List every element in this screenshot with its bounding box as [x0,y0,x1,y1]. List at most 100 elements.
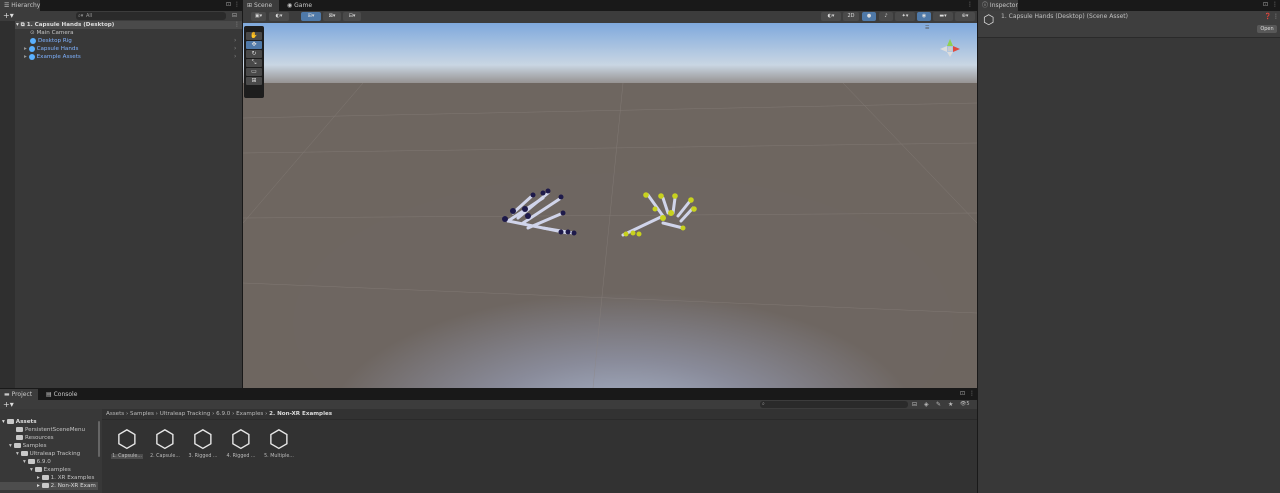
hidden-packages-icon[interactable]: 👁5 [960,400,970,409]
tab-project-label: Project [11,391,33,398]
tree-item-persistentscenemenu[interactable]: PersistentSceneMenu [16,426,85,434]
render-mode-button[interactable]: ◐▾ [269,12,289,21]
hierarchy-item-capsule-hands[interactable]: ▸ Capsule Hands [24,45,78,53]
draw-mode-button[interactable]: ▣▾ [251,12,266,21]
scene-tabbar: ⊞ Scene ◉ Game ⋮ [243,0,977,11]
tab-hierarchy-label: Hierarchy [11,2,41,9]
search-input[interactable]: ⌕▾ All [76,12,226,20]
help-icon[interactable]: ❓ [1264,13,1271,20]
scene-viewport[interactable]: ☰ [243,23,977,388]
expand-arrow-icon[interactable]: ▸ [24,46,29,52]
folder-icon [16,427,23,432]
tree-item-6-9-0[interactable]: ▾ 6.9.0 [23,458,51,466]
asset-item[interactable]: ⬡ 1. Capsule... [111,426,143,459]
tab-inspector-label: Inspector [989,2,1018,9]
asset-item[interactable]: ⬡ 4. Rigged ... [225,426,257,459]
add-icon[interactable]: +▾ [3,400,14,409]
lighting-toggle-icon[interactable]: ● [862,12,876,21]
tree-item-non-xr-examples[interactable]: ▸ 2. Non-XR Exam [37,482,96,490]
gizmos-button[interactable]: ⊕▾ [955,12,975,21]
asset-item[interactable]: ⬡ 2. Capsule... [149,426,181,459]
hierarchy-item-example-assets[interactable]: ▸ Example Assets [24,53,81,61]
project-panel: ▬ Project ▤ Console ⊡ ⋮ +▾ ⌕ ⊟ ◈ ✎ ★ 👁5 … [0,389,977,493]
tree-item-xr-examples[interactable]: ▸ 1. XR Examples [37,474,94,482]
effects-button[interactable]: ✦▾ [895,12,915,21]
grid-toggle-button[interactable]: ⊞▾ [301,12,321,21]
expand-arrow-icon[interactable]: ▾ [30,467,35,473]
add-icon[interactable]: +▾ [3,11,14,21]
audio-toggle-icon[interactable]: ♪ [879,12,893,21]
search-icon: ⌕▾ [78,13,84,19]
transform-tool-icon[interactable]: ⊞ [246,77,262,85]
scene-label: 1. Capsule Hands (Desktop) [26,22,115,28]
increment-snap-button[interactable]: ⊟▾ [343,12,361,21]
expand-arrow-icon[interactable]: ▾ [9,443,14,449]
expand-arrow-icon[interactable]: ▸ [37,483,42,489]
filter-type-icon[interactable]: ⊟ [912,400,917,409]
asset-label: 1. Capsule... [111,454,143,459]
hand-tool-icon[interactable]: ✋ [246,32,262,40]
breadcrumb-item[interactable]: Ultraleap Tracking [160,411,211,417]
lock-icon[interactable]: ⊡ [1263,1,1268,8]
asset-item[interactable]: ⬡ 3. Rigged ... [187,426,219,459]
open-button[interactable]: Open [1257,25,1277,33]
tab-inspector[interactable]: ⓘ Inspector [978,0,1018,11]
filter-tag-icon[interactable]: ✎ [936,400,941,409]
tab-scene[interactable]: ⊞ Scene [243,0,279,11]
scene-menu-icon[interactable]: ⋮ [234,21,240,29]
hierarchy-tabbar: ☰ Hierarchy ⊡ ⋮ [0,0,242,11]
breadcrumb-item[interactable]: 6.9.0 [216,411,230,417]
camera-settings-button[interactable]: ▬▾ [933,12,953,21]
expand-arrow-icon[interactable]: ▾ [16,451,21,457]
breadcrumb-item[interactable]: Examples [236,411,263,417]
lock-icon[interactable]: ⊡ [960,390,965,397]
hierarchy-item-desktop-rig[interactable]: Desktop Rig [30,37,72,45]
lock-icon[interactable]: ⊡ [226,1,231,8]
breadcrumb-item[interactable]: Assets [106,411,124,417]
tree-item-examples[interactable]: ▾ Examples [30,466,71,474]
more-menu-icon[interactable]: ⋮ [234,1,240,8]
chevron-right-icon[interactable]: › [234,53,236,61]
hierarchy-item-main-camera[interactable]: ⊙ Main Camera [30,29,74,37]
tree-item-samples[interactable]: ▾ Samples [9,442,46,450]
move-tool-icon[interactable]: ✥ [246,41,262,49]
inspector-tabbar: ⓘ Inspector ⊡ ⋮ [978,0,1280,11]
camera-mode-button[interactable]: ◐▾ [821,12,841,21]
search-options-icon[interactable]: ⊟ [232,11,237,21]
chevron-right-icon[interactable]: › [234,37,236,45]
breadcrumb-item[interactable]: Samples [130,411,154,417]
expand-arrow-icon[interactable]: ▸ [24,54,29,60]
tab-console[interactable]: ▤ Console [42,389,82,400]
more-menu-icon[interactable]: ⋮ [967,1,973,8]
settings-menu-icon[interactable]: ⋮ [1273,13,1279,20]
unity-scene-icon: ⬡ [983,13,995,28]
tree-item-resources[interactable]: Resources [16,434,54,442]
expand-arrow-icon[interactable]: ▸ [37,475,42,481]
tree-scrollbar[interactable] [98,421,100,457]
tree-item-assets[interactable]: ▾ Assets [2,418,37,426]
tab-game[interactable]: ◉ Game [283,0,313,11]
rect-tool-icon[interactable]: ▭ [246,68,262,76]
tab-project[interactable]: ▬ Project [0,389,38,400]
chevron-right-icon[interactable]: › [234,45,236,53]
asset-item[interactable]: ⬡ 5. Multiple... [263,426,295,459]
project-search-input[interactable]: ⌕ [760,401,908,408]
rotate-tool-icon[interactable]: ↻ [246,50,262,58]
scale-tool-icon[interactable]: ⤡ [246,59,262,67]
visibility-toggle-icon[interactable]: ◉ [917,12,931,21]
tree-item-ultraleap-tracking[interactable]: ▾ Ultraleap Tracking [16,450,80,458]
inspector-panel: ⓘ Inspector ⊡ ⋮ ⬡ 1. Capsule Hands (Desk… [978,0,1280,493]
more-menu-icon[interactable]: ⋮ [1272,1,1278,8]
item-label: Example Assets [36,54,81,60]
2d-toggle-button[interactable]: 2D [843,12,859,21]
more-menu-icon[interactable]: ⋮ [969,390,975,397]
search-icon: ⌕ [762,401,765,407]
tab-scene-label: Scene [253,2,273,9]
expand-arrow-icon[interactable]: ▾ [23,459,28,465]
snap-button[interactable]: ⊠▾ [323,12,341,21]
folder-icon [41,483,49,488]
tab-hierarchy[interactable]: ☰ Hierarchy [0,0,40,11]
filter-label-icon[interactable]: ◈ [924,400,929,409]
favorite-icon[interactable]: ★ [948,400,953,409]
hierarchy-scene-row[interactable]: ▾ ⧉ 1. Capsule Hands (Desktop) [16,21,114,29]
